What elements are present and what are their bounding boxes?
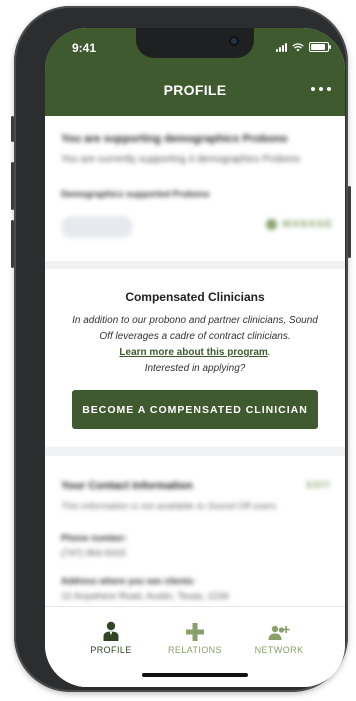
cellular-signal-icon <box>276 42 287 52</box>
contact-note: This information is not available to Sou… <box>61 501 279 512</box>
mute-switch <box>11 116 14 142</box>
plus-icon <box>186 623 204 641</box>
screen: 9:41 PROFILE You are supporting demograp… <box>45 28 345 687</box>
compensated-clinicians-card: Compensated Clinicians In addition to ou… <box>45 269 345 447</box>
status-time: 9:41 <box>72 41 97 55</box>
front-camera <box>229 36 239 46</box>
manage-label: MANAGE <box>282 219 333 230</box>
phone-value: (747) 954-5415 <box>61 548 126 559</box>
page-title: PROFILE <box>163 82 227 98</box>
wifi-icon <box>292 42 304 51</box>
add-user-icon <box>268 625 290 640</box>
compensated-description: In addition to our probono and partner c… <box>61 313 329 377</box>
volume-down-button <box>11 220 14 268</box>
more-options-icon[interactable] <box>311 87 331 91</box>
support-heading: You are supporting demographics Probono <box>61 133 288 145</box>
contact-info-card: Your Contact Information EDIT This infor… <box>45 456 345 606</box>
support-subtext: You are currently supporting 4 demograph… <box>61 154 301 165</box>
status-icons <box>276 42 331 52</box>
learn-more-link[interactable]: Learn more about this program <box>119 347 267 358</box>
edit-contact-button[interactable]: EDIT <box>306 480 331 490</box>
battery-icon <box>309 42 331 52</box>
home-indicator[interactable] <box>142 673 248 677</box>
tab-profile[interactable]: PROFILE <box>71 619 151 655</box>
apply-question: Interested in applying? <box>144 363 246 374</box>
link-suffix: . <box>267 347 271 358</box>
manage-icon <box>265 219 277 230</box>
address-label: Address where you see clients: <box>61 576 196 586</box>
description-line-1: In addition to our probono and partner c… <box>72 315 318 326</box>
support-card: You are supporting demographics Probono … <box>45 116 345 261</box>
manage-button[interactable]: MANAGE <box>265 219 333 230</box>
profile-icon <box>103 621 119 641</box>
tab-relations[interactable]: RELATIONS <box>155 619 235 655</box>
compensated-heading: Compensated Clinicians <box>125 290 265 304</box>
power-button <box>348 186 351 258</box>
phone-frame: 9:41 PROFILE You are supporting demograp… <box>11 6 351 692</box>
tab-network-label: NETWORK <box>254 645 304 655</box>
tab-network[interactable]: NETWORK <box>239 619 319 655</box>
demographic-chip[interactable] <box>61 216 133 238</box>
tab-relations-label: RELATIONS <box>168 645 222 655</box>
become-compensated-clinician-button[interactable]: BECOME A COMPENSATED CLINICIAN <box>72 390 318 429</box>
tab-profile-label: PROFILE <box>90 645 132 655</box>
notch <box>136 28 254 58</box>
volume-up-button <box>11 162 14 210</box>
description-line-2: Off leverages a cadre of contract clinic… <box>99 331 291 342</box>
address-value: 12 Anywhere Road, Austin, Texas, 1234 <box>61 591 229 602</box>
support-section-label: Demographics supported Probono <box>61 189 210 199</box>
contact-heading: Your Contact Information <box>61 480 193 492</box>
phone-label: Phone number: <box>61 533 128 543</box>
